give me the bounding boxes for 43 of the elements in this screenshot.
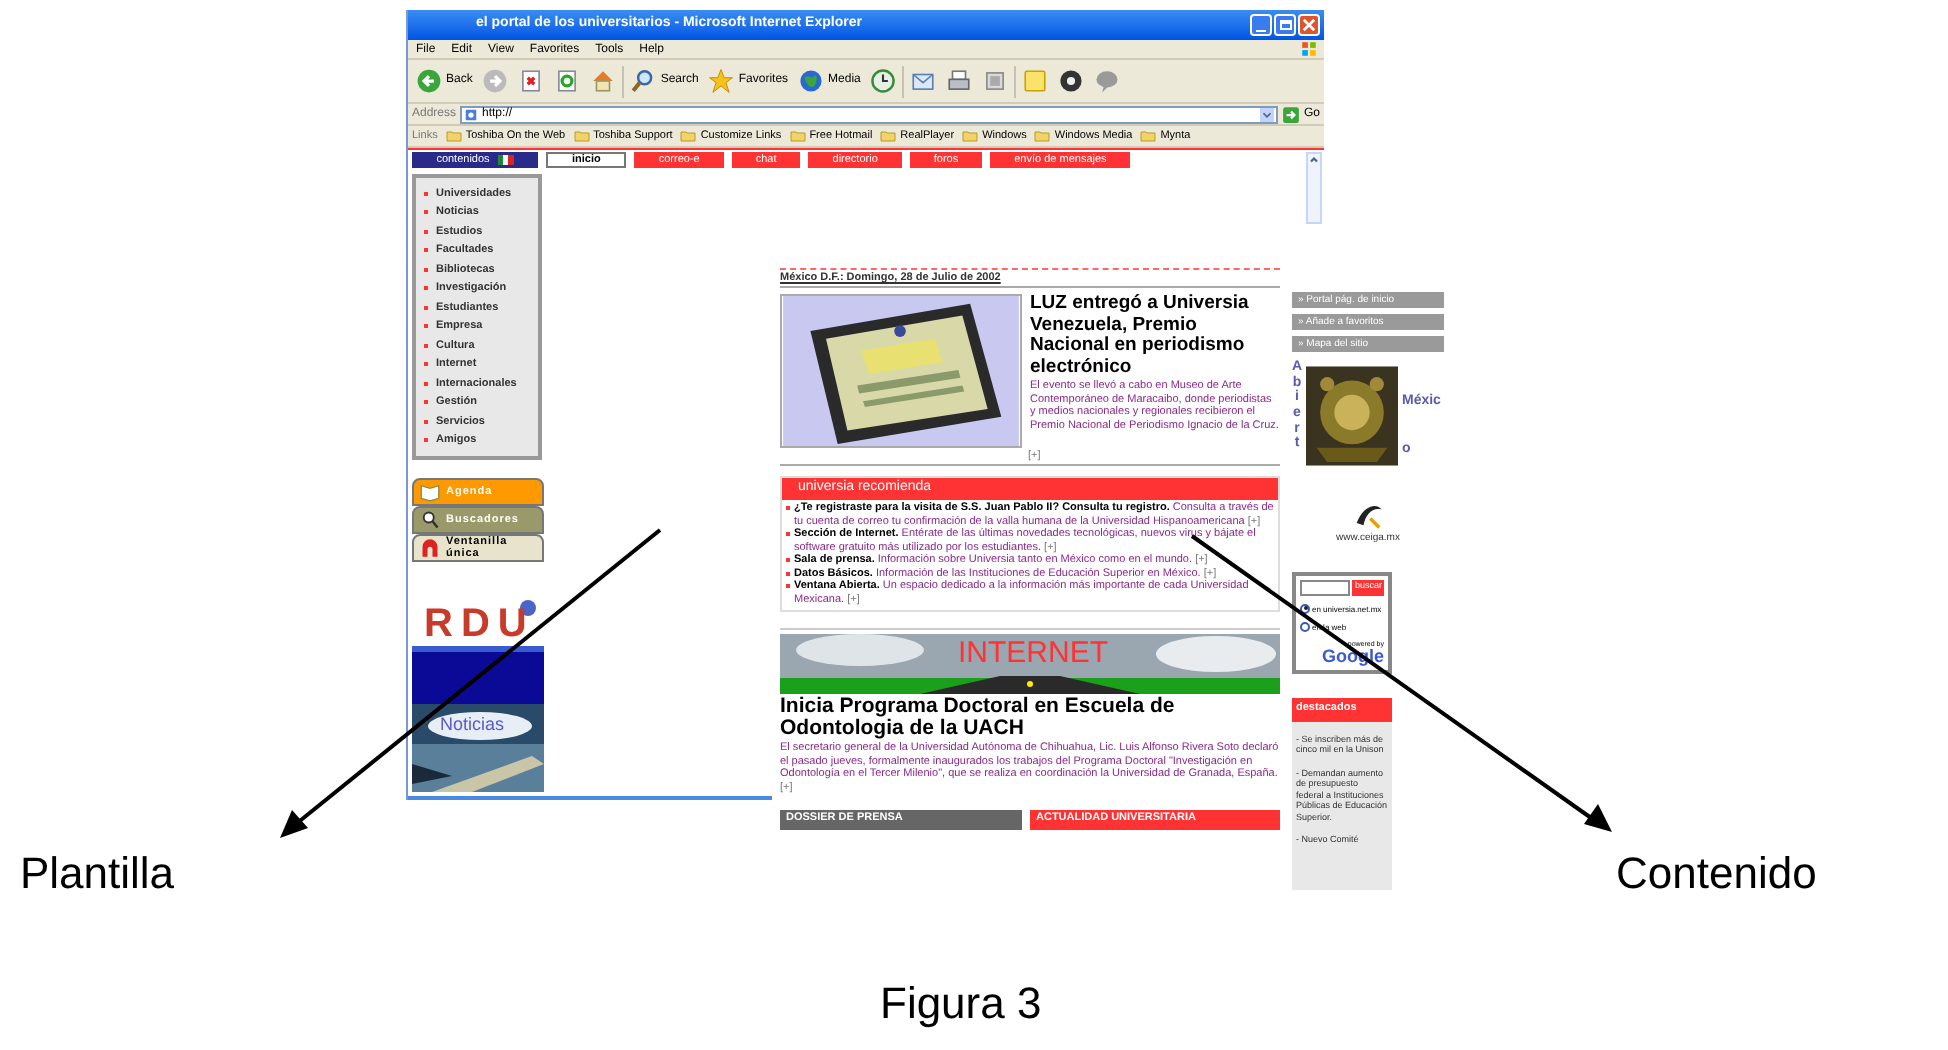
folder-icon [789, 128, 806, 144]
annotation-label: Contenido [1616, 848, 1817, 900]
banner-title: INTERNET [958, 638, 1108, 670]
article-headline: LUZ entregó a Universia Venezuela, Premio Nacional en periodismo electrónico [1030, 294, 1251, 378]
dropdown-arrow-icon [1259, 107, 1274, 121]
speech-bubble-icon [1094, 68, 1121, 94]
house-icon [590, 68, 617, 94]
feature-headline: Inicia Programa Doctoral en Escuela de Odontologia de la UACH [780, 696, 1177, 740]
arch-icon [420, 538, 440, 558]
book-icon [420, 482, 440, 502]
search-field[interactable] [1300, 579, 1351, 595]
folder-icon [573, 128, 590, 144]
folder-icon [1034, 128, 1051, 144]
back-arrow-icon [416, 68, 442, 94]
star-icon [708, 68, 735, 94]
radio-button[interactable] [1300, 603, 1310, 613]
refresh-icon [554, 68, 581, 94]
annotation-label: Plantilla [20, 848, 175, 900]
printer-icon [946, 68, 973, 94]
close-button[interactable] [1298, 14, 1320, 36]
document-icon [982, 68, 1009, 94]
go-arrow-icon [1281, 105, 1300, 123]
note-icon [1022, 68, 1049, 94]
maximize-button[interactable] [1274, 14, 1296, 36]
stop-icon [518, 68, 545, 94]
minimize-button[interactable] [1250, 14, 1272, 36]
envelope-icon [910, 68, 937, 94]
globe-icon [798, 68, 825, 94]
figure-caption: Figura 3 [880, 978, 1042, 1030]
folder-icon [680, 128, 697, 144]
magnifier-icon [420, 510, 440, 530]
clock-icon [870, 68, 897, 94]
history-button[interactable] [866, 68, 901, 94]
search-icon [630, 68, 657, 94]
windows-flag-icon [1300, 40, 1318, 58]
page-icon [464, 107, 479, 121]
folder-icon [962, 128, 979, 144]
banner-title: Noticias [440, 714, 505, 734]
folder-icon [880, 128, 897, 144]
banner-title: RDU [424, 604, 535, 644]
radio-button[interactable] [1300, 621, 1310, 631]
folder-icon [445, 128, 462, 144]
folder-icon [1140, 128, 1157, 144]
